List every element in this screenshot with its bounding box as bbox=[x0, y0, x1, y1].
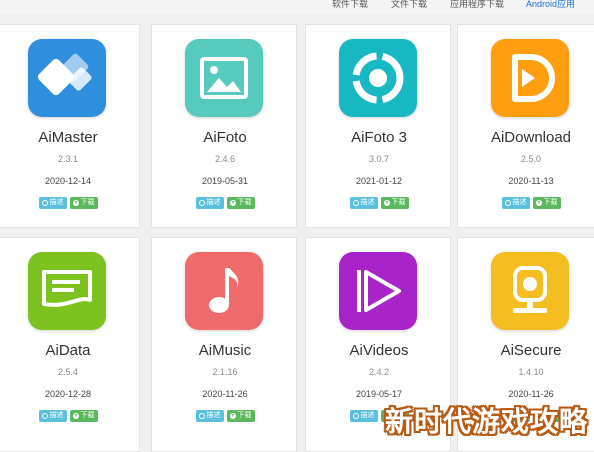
app-name: AiMaster bbox=[38, 129, 98, 146]
top-nav: 软件下载 文件下载 应用程序下载 Android应用 bbox=[0, 0, 594, 14]
info-icon bbox=[41, 200, 48, 206]
app-version: 3.0.7 bbox=[368, 154, 390, 164]
app-date: 2021-01-12 bbox=[355, 176, 403, 186]
app-card-aifoto[interactable]: AiFoto 2.4.6 2019-05-31 描述 下载 bbox=[151, 24, 297, 228]
app-card-aimaster[interactable]: AiMaster 2.3.1 2020-12-14 描述 下载 bbox=[0, 24, 140, 228]
aidata-icon[interactable] bbox=[28, 252, 106, 330]
app-name: AiDownload bbox=[490, 129, 572, 146]
tab-file-download[interactable]: 文件下载 bbox=[391, 0, 427, 10]
app-card-aidata[interactable]: AiData 2.5.4 2020-12-28 描述 下载 bbox=[0, 237, 140, 452]
info-icon bbox=[41, 413, 48, 419]
aifoto3-icon[interactable] bbox=[339, 39, 417, 117]
download-button[interactable]: 下载 bbox=[69, 197, 98, 209]
aifoto-icon[interactable] bbox=[185, 39, 263, 117]
app-version: 2.5.0 bbox=[520, 154, 542, 164]
info-button[interactable]: 描述 bbox=[501, 197, 530, 209]
app-name: AiSecure bbox=[500, 342, 562, 359]
download-icon bbox=[229, 200, 236, 206]
app-date: 2019-05-17 bbox=[355, 389, 403, 399]
app-name: AiFoto bbox=[203, 129, 247, 146]
app-version: 2.3.1 bbox=[57, 154, 79, 164]
app-name: AiMusic bbox=[198, 342, 252, 359]
app-name: AiFoto 3 bbox=[351, 129, 407, 146]
app-date: 2019-05-31 bbox=[201, 176, 249, 186]
app-version: 2.4.2 bbox=[368, 367, 390, 377]
download-button[interactable]: 下载 bbox=[380, 197, 409, 209]
download-icon bbox=[229, 413, 236, 419]
download-icon bbox=[72, 200, 79, 206]
info-button[interactable]: 描述 bbox=[195, 197, 224, 209]
aivideos-icon[interactable] bbox=[339, 252, 417, 330]
info-button[interactable]: 描述 bbox=[349, 197, 378, 209]
aidownload-icon[interactable] bbox=[491, 39, 569, 117]
app-version: 1.4.10 bbox=[518, 367, 544, 377]
app-version: 2.1.16 bbox=[212, 367, 238, 377]
info-icon bbox=[504, 200, 511, 206]
app-name: AiData bbox=[45, 342, 91, 359]
app-card-aifoto3[interactable]: AiFoto 3 3.0.7 2021-01-12 描述 下载 bbox=[305, 24, 451, 228]
download-icon bbox=[383, 200, 390, 206]
aisecure-icon[interactable] bbox=[491, 252, 569, 330]
tab-software-download[interactable]: 软件下载 bbox=[332, 0, 368, 10]
app-version: 2.5.4 bbox=[57, 367, 79, 377]
info-icon bbox=[352, 200, 359, 206]
download-button[interactable]: 下载 bbox=[532, 197, 561, 209]
app-version: 2.4.6 bbox=[214, 154, 236, 164]
app-date: 2020-12-28 bbox=[44, 389, 92, 399]
aimaster-icon[interactable] bbox=[28, 39, 106, 117]
app-card-aimusic[interactable]: AiMusic 2.1.16 2020-11-26 描述 下载 bbox=[151, 237, 297, 452]
info-icon bbox=[198, 200, 205, 206]
download-button[interactable]: 下载 bbox=[226, 410, 255, 422]
app-date: 2020-12-14 bbox=[44, 176, 92, 186]
app-card-aidownload[interactable]: AiDownload 2.5.0 2020-11-13 描述 下载 bbox=[457, 24, 594, 228]
download-button[interactable]: 下载 bbox=[226, 197, 255, 209]
download-button[interactable]: 下载 bbox=[69, 410, 98, 422]
info-icon bbox=[198, 413, 205, 419]
app-date: 2020-11-13 bbox=[508, 176, 554, 186]
info-button[interactable]: 描述 bbox=[195, 410, 224, 422]
download-icon bbox=[535, 200, 542, 206]
info-button[interactable]: 描述 bbox=[38, 197, 67, 209]
tab-android-apps[interactable]: Android应用 bbox=[526, 0, 575, 10]
app-date: 2020-11-26 bbox=[202, 389, 248, 399]
tab-app-download[interactable]: 应用程序下载 bbox=[450, 0, 504, 10]
info-button[interactable]: 描述 bbox=[38, 410, 67, 422]
site-watermark: 新时代游戏攻略 bbox=[384, 406, 588, 437]
aimusic-icon[interactable] bbox=[185, 252, 263, 330]
app-name: AiVideos bbox=[349, 342, 409, 359]
download-icon bbox=[72, 413, 79, 419]
info-icon bbox=[352, 413, 359, 419]
info-button[interactable]: 描述 bbox=[349, 410, 378, 422]
app-date: 2020-11-26 bbox=[508, 389, 554, 399]
